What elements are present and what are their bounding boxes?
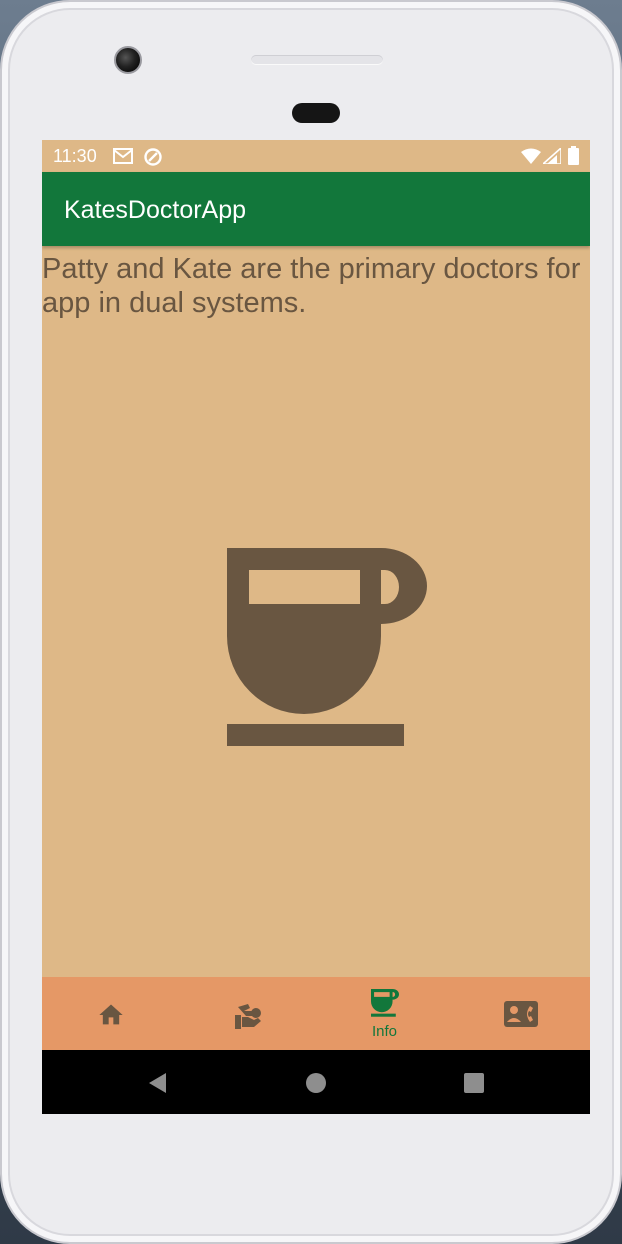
- nav-item-contact[interactable]: [453, 977, 590, 1050]
- contact-phone-icon: [504, 1001, 538, 1029]
- status-bar: 11:30: [42, 140, 590, 172]
- hand-care-icon: [232, 1001, 261, 1029]
- device-frame: 11:30 KatesDoctorApp Patty and Kate are …: [0, 0, 622, 1244]
- back-icon[interactable]: [146, 1072, 168, 1094]
- recents-icon[interactable]: [463, 1072, 485, 1094]
- home-icon: [97, 1001, 125, 1029]
- proximity-sensor: [292, 103, 340, 123]
- system-nav-bar: [42, 1050, 590, 1114]
- wifi-icon: [521, 148, 541, 169]
- gmail-icon: [113, 147, 133, 170]
- coffee-cup-icon: [227, 548, 427, 748]
- nav-item-home[interactable]: [42, 977, 179, 1050]
- signal-icon: [540, 146, 562, 169]
- coffee-cup-icon: [371, 989, 399, 1017]
- nav-item-care[interactable]: [179, 977, 316, 1050]
- sync-icon: [143, 147, 163, 172]
- app-bar: KatesDoctorApp: [42, 172, 590, 246]
- home-circle-icon[interactable]: [305, 1072, 327, 1094]
- bottom-nav: Info: [42, 977, 590, 1050]
- nav-item-info[interactable]: Info: [316, 977, 453, 1050]
- earpiece-speaker: [251, 55, 383, 65]
- screen: 11:30 KatesDoctorApp Patty and Kate are …: [42, 140, 590, 1114]
- status-time: 11:30: [53, 146, 97, 166]
- info-content: Patty and Kate are the primary doctors f…: [42, 246, 590, 977]
- battery-icon: [568, 146, 579, 170]
- page-title: KatesDoctorApp: [64, 196, 247, 224]
- nav-label-info: Info: [371, 1023, 398, 1040]
- front-camera: [114, 46, 142, 74]
- info-text: Patty and Kate are the primary doctors f…: [42, 253, 581, 319]
